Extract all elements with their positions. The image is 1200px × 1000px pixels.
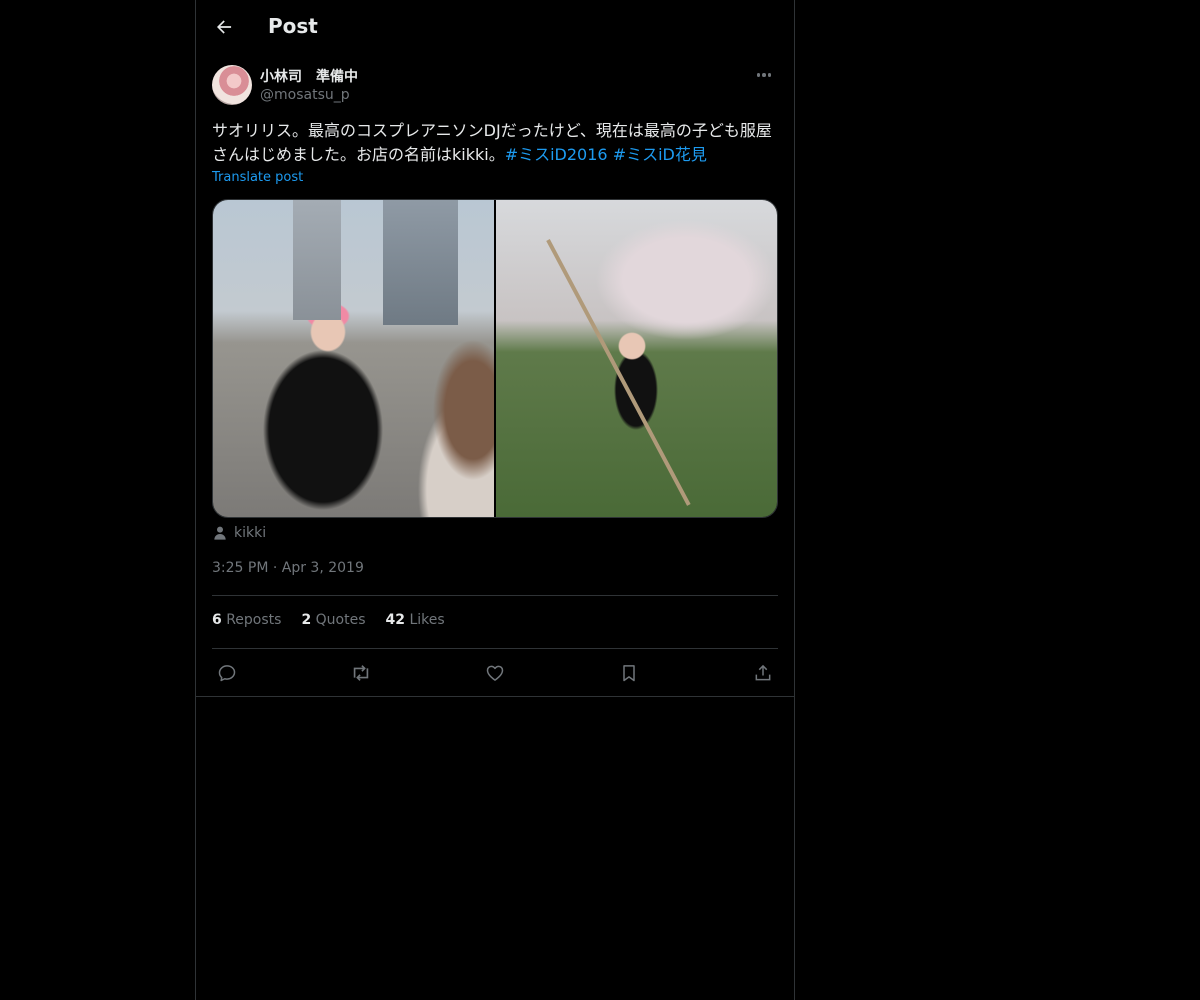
author-row: 小林司 準備中 @mosatsu_p bbox=[212, 64, 778, 108]
post-photo-1[interactable] bbox=[213, 200, 494, 517]
page-title: Post bbox=[268, 14, 318, 38]
post-timestamp[interactable]: 3:25 PM · Apr 3, 2019 bbox=[212, 560, 364, 576]
tagged-person-name: kikki bbox=[234, 525, 267, 541]
media-grid bbox=[212, 199, 778, 518]
hashtag-link[interactable]: #ミスiD2016 bbox=[505, 145, 608, 164]
person-icon bbox=[214, 526, 226, 540]
share-button[interactable] bbox=[748, 658, 778, 688]
stat-likes[interactable]: 42 Likes bbox=[386, 612, 445, 634]
post-photo-2[interactable] bbox=[496, 200, 777, 517]
post-text: サオリリス。最高のコスプレアニソンDJだったけど、現在は最高の子ども服屋さんはじ… bbox=[212, 119, 778, 167]
like-button[interactable] bbox=[480, 658, 510, 688]
back-button[interactable] bbox=[208, 11, 240, 43]
divider bbox=[212, 595, 778, 596]
reply-button[interactable] bbox=[212, 658, 242, 688]
divider bbox=[196, 696, 794, 697]
author-display-name[interactable]: 小林司 準備中 bbox=[260, 66, 358, 86]
post-header: Post bbox=[196, 0, 794, 54]
stat-quotes[interactable]: 2 Quotes bbox=[301, 612, 365, 634]
more-options-button[interactable] bbox=[750, 64, 778, 86]
translate-post-link[interactable]: Translate post bbox=[212, 170, 303, 185]
bookmark-icon bbox=[623, 665, 635, 682]
divider bbox=[212, 648, 778, 649]
engagement-stats: 6 Reposts 2 Quotes 42 Likes bbox=[212, 612, 445, 634]
stat-reposts[interactable]: 6 Reposts bbox=[212, 612, 281, 634]
avatar[interactable] bbox=[212, 65, 252, 105]
bookmark-button[interactable] bbox=[614, 658, 644, 688]
reply-icon bbox=[218, 665, 236, 682]
action-bar bbox=[212, 658, 778, 688]
share-icon bbox=[755, 664, 771, 681]
post-column: Post 小林司 準備中 @mosatsu_p サオリリス。最高のコスプレアニソ… bbox=[195, 0, 795, 1000]
tagged-person[interactable]: kikki bbox=[212, 522, 266, 544]
like-icon bbox=[486, 665, 504, 681]
author-handle[interactable]: @mosatsu_p bbox=[260, 87, 350, 103]
repost-icon bbox=[353, 665, 369, 681]
more-dots-icon bbox=[756, 73, 761, 77]
hashtag-link[interactable]: #ミスiD花見 bbox=[613, 145, 707, 164]
arrow-left-icon bbox=[217, 20, 232, 34]
repost-button[interactable] bbox=[346, 658, 376, 688]
